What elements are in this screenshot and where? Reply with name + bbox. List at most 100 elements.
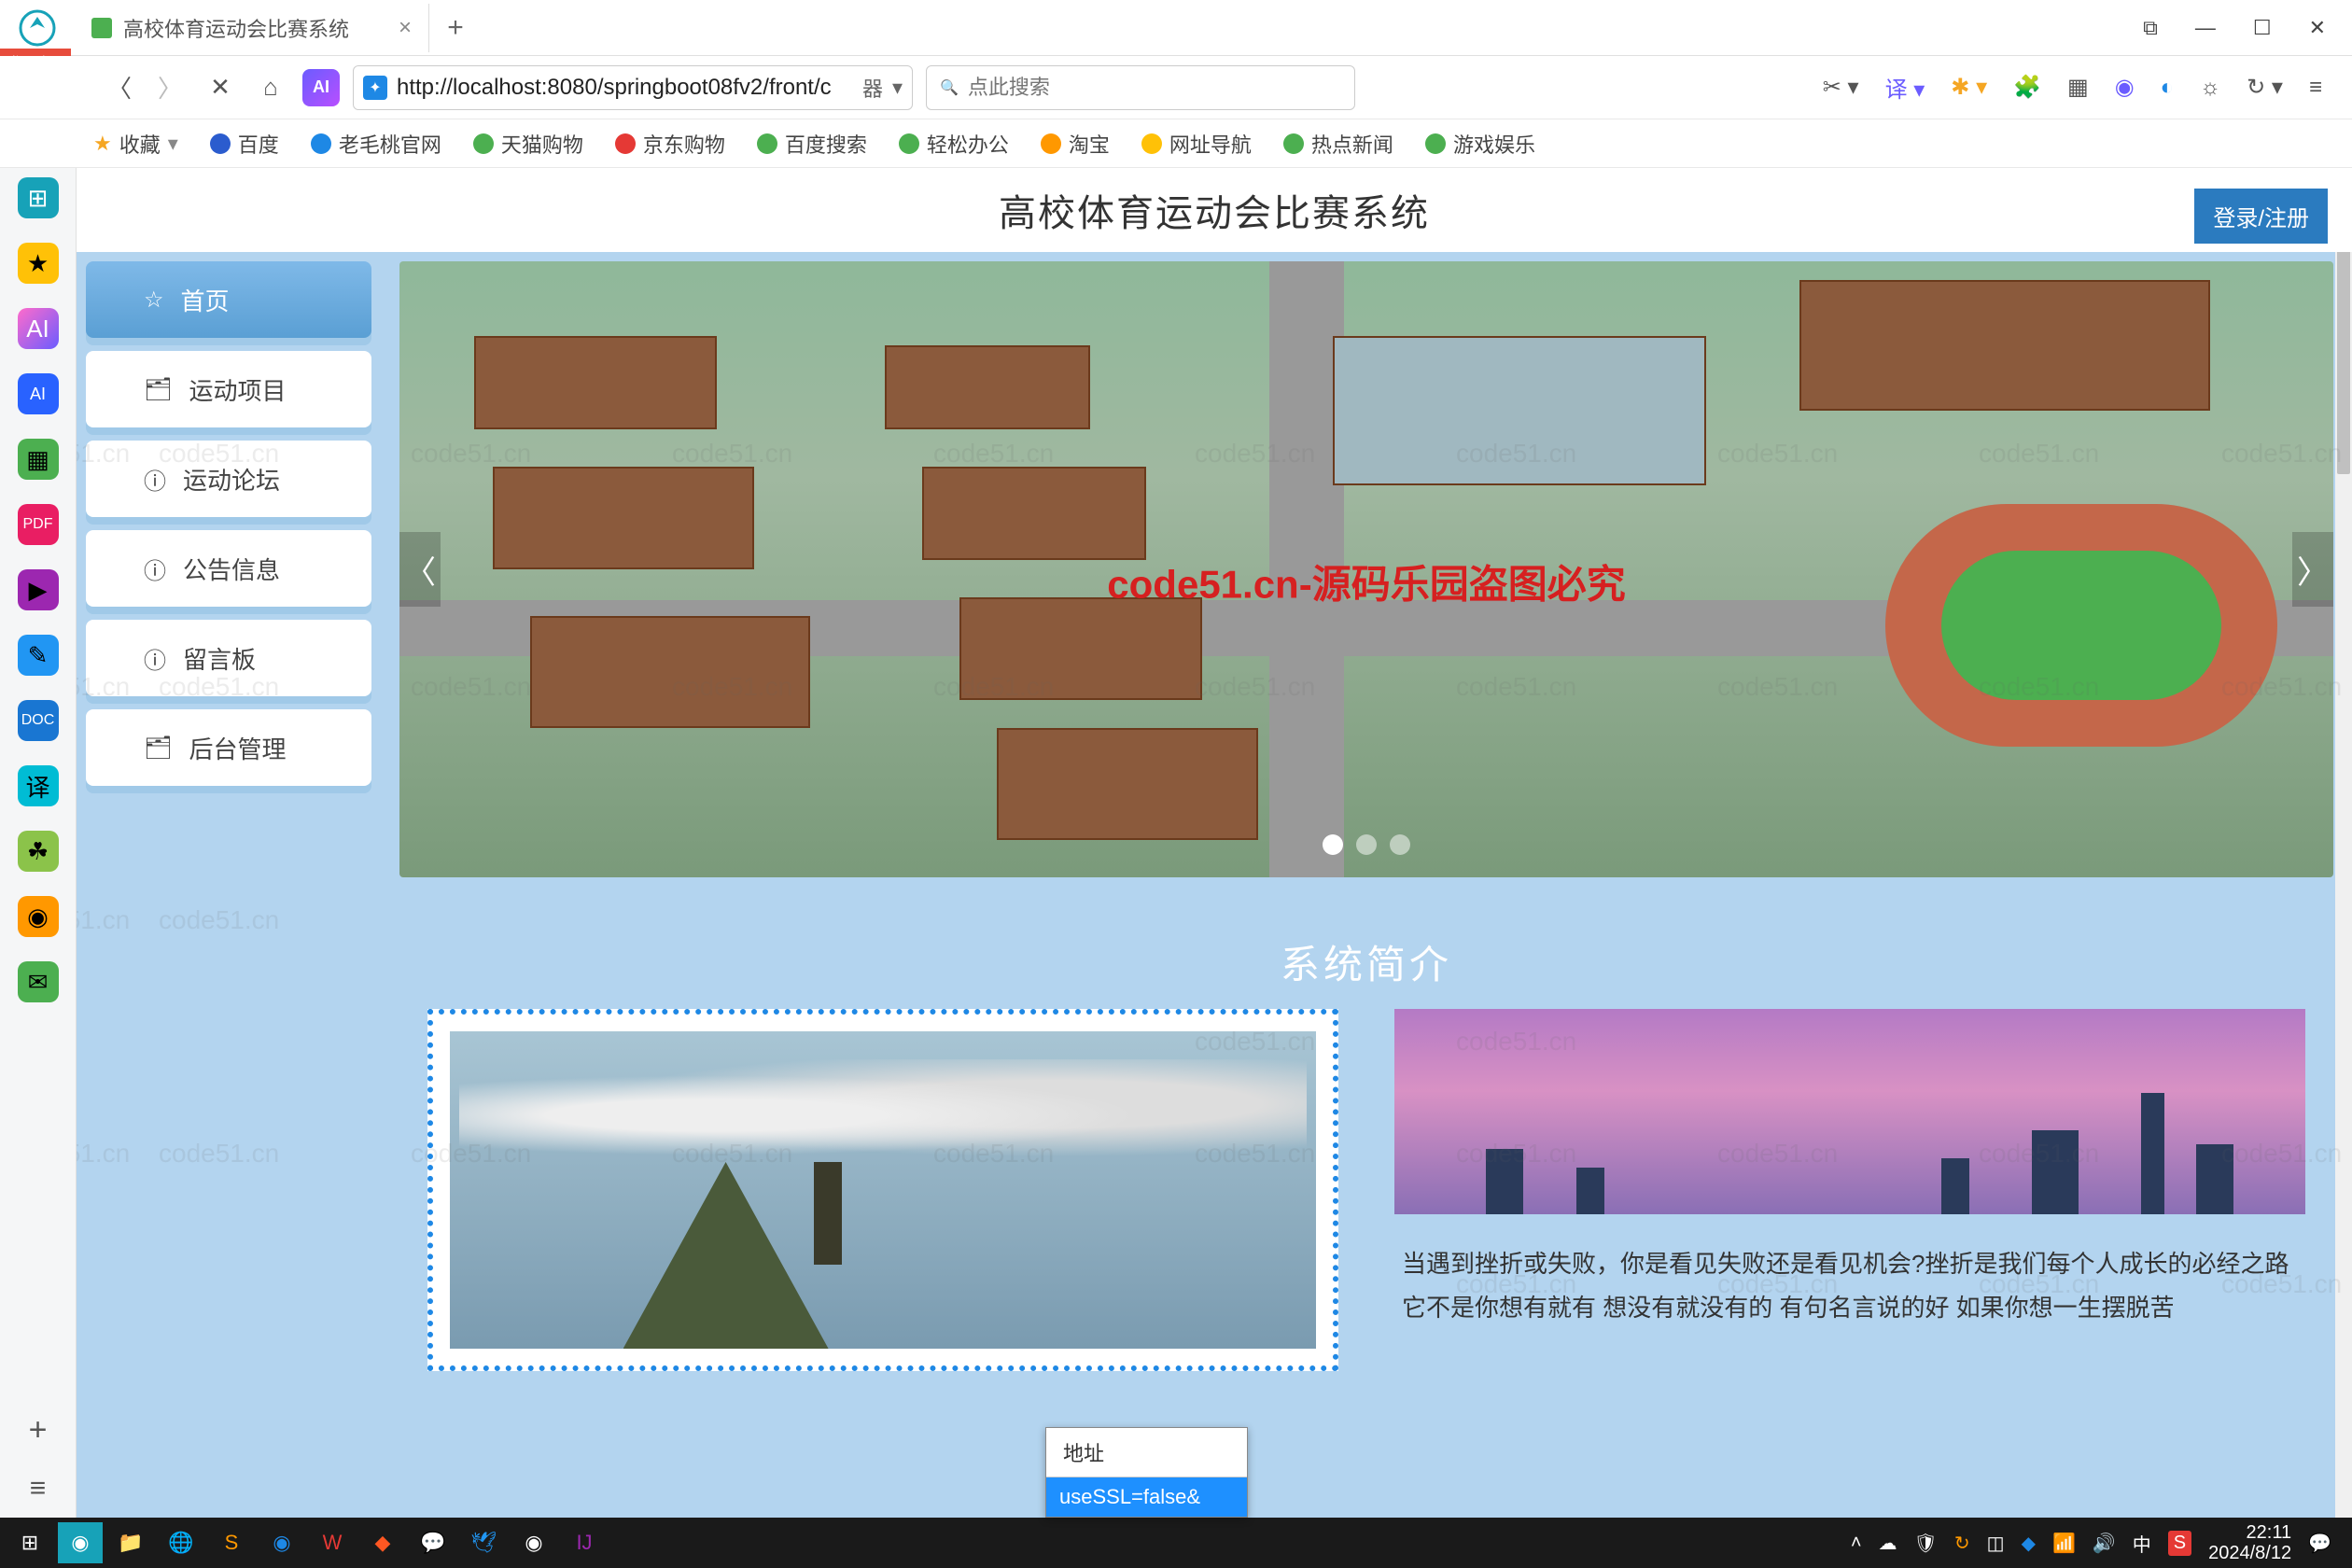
tb-tray-up-icon[interactable]: ˄ bbox=[1851, 1533, 1862, 1554]
address-value[interactable]: useSSL=false& bbox=[1046, 1477, 1247, 1517]
carousel-next-button[interactable]: 〉 bbox=[2292, 532, 2333, 607]
tb-tray2-icon[interactable]: ◆ bbox=[2022, 1532, 2036, 1555]
start-button[interactable]: ⊞ bbox=[7, 1522, 52, 1563]
sidebar-app-3-icon[interactable]: AI bbox=[18, 308, 59, 349]
theme-icon[interactable]: ☼ bbox=[2200, 75, 2220, 101]
bookmark-baidusearch[interactable]: 百度搜索 bbox=[757, 129, 867, 159]
sidebar-app-12-icon[interactable]: ◉ bbox=[18, 896, 59, 937]
home-button[interactable]: ⌂ bbox=[252, 69, 289, 106]
tb-security-icon[interactable]: 🛡 bbox=[1914, 1532, 1938, 1555]
maximize-icon[interactable]: ☐ bbox=[2253, 16, 2272, 40]
tb-files-icon[interactable]: 📁 bbox=[108, 1522, 153, 1563]
tb-app2-icon[interactable]: 🕊 bbox=[461, 1522, 506, 1563]
tb-notifications-icon[interactable]: 💬 bbox=[2308, 1532, 2331, 1555]
tb-app1-icon[interactable]: ◆ bbox=[360, 1522, 405, 1563]
screenshot-icon[interactable]: ⧉ bbox=[2143, 16, 2158, 40]
translate-icon[interactable]: 译 ▾ bbox=[1885, 71, 1925, 104]
browser-sidebar: ⊞ ★ AI AI ▦ PDF ▶ ✎ DOC 译 ☘ ◉ ✉ + ≡ bbox=[0, 168, 77, 1518]
tb-tray1-icon[interactable]: ◫ bbox=[1987, 1532, 2005, 1555]
sidebar-app-1-icon[interactable]: ⊞ bbox=[18, 177, 59, 218]
extensions-icon[interactable]: ✱ ▾ bbox=[1951, 74, 1987, 101]
tb-chrome-icon[interactable]: 🌐 bbox=[159, 1522, 203, 1563]
taskbar: ⊞ ◉ 📁 🌐 S ◉ W ◆ 💬 🕊 ◉ IJ ˄ ☁ 🛡 ↻ ◫ ◆ 📶 🔊… bbox=[0, 1518, 2352, 1568]
address-panel[interactable]: 地址 useSSL=false& bbox=[1045, 1427, 1248, 1518]
bookmark-baidu[interactable]: 百度 bbox=[210, 129, 279, 159]
search-input[interactable] bbox=[968, 76, 1341, 100]
nav-message[interactable]: ⓘ留言板 bbox=[86, 620, 371, 696]
url-dropdown-icon[interactable]: ▾ bbox=[892, 76, 903, 100]
bookmark-office[interactable]: 轻松办公 bbox=[899, 129, 1009, 159]
sidebar-app-13-icon[interactable]: ✉ bbox=[18, 961, 59, 1002]
bookmark-news[interactable]: 热点新闻 bbox=[1283, 129, 1393, 159]
page-main: code51.cn-源码乐园盗图必究 〈 〉 系统简介 bbox=[399, 261, 2333, 1518]
nav-admin[interactable]: 🗂后台管理 bbox=[86, 709, 371, 786]
nav-home[interactable]: ☆首页 bbox=[86, 261, 371, 338]
sidebar-app-6-icon[interactable]: PDF bbox=[18, 504, 59, 545]
sidebar-app-8-icon[interactable]: ✎ bbox=[18, 635, 59, 676]
sidebar-app-5-icon[interactable]: ▦ bbox=[18, 439, 59, 480]
url-translate-icon[interactable]: 器 bbox=[862, 73, 883, 103]
bookmark-tmall[interactable]: 天猫购物 bbox=[473, 129, 583, 159]
tb-wechat-icon[interactable]: 💬 bbox=[411, 1522, 455, 1563]
sidebar-menu-icon[interactable]: ≡ bbox=[30, 1473, 47, 1505]
tb-volume-icon[interactable]: 🔊 bbox=[2093, 1532, 2116, 1555]
carousel-dot-3[interactable] bbox=[1390, 834, 1410, 855]
carousel-dot-2[interactable] bbox=[1356, 834, 1377, 855]
bookmark-games[interactable]: 游戏娱乐 bbox=[1425, 129, 1535, 159]
login-register-button[interactable]: 登录/注册 bbox=[2194, 189, 2328, 244]
sidebar-app-9-icon[interactable]: DOC bbox=[18, 700, 59, 741]
search-wrap[interactable]: 🔍 bbox=[926, 65, 1355, 110]
bookmark-laomaotao[interactable]: 老毛桃官网 bbox=[311, 129, 441, 159]
bookmark-favorites[interactable]: ★收藏▾ bbox=[93, 129, 178, 159]
carousel-dot-1[interactable] bbox=[1323, 834, 1343, 855]
tb-browser-icon[interactable]: ◉ bbox=[58, 1522, 103, 1563]
ai-button[interactable]: AI bbox=[302, 69, 340, 106]
new-tab-button[interactable]: + bbox=[437, 12, 474, 44]
sidebar-app-10-icon[interactable]: 译 bbox=[18, 765, 59, 806]
tb-onedrive-icon[interactable]: ☁ bbox=[1879, 1532, 1897, 1555]
sidebar-app-11-icon[interactable]: ☘ bbox=[18, 831, 59, 872]
forward-button[interactable]: 〉 bbox=[151, 69, 189, 106]
tb-wps-icon[interactable]: W bbox=[310, 1522, 355, 1563]
back-button[interactable]: 〈 bbox=[101, 69, 138, 106]
tb-wifi-icon[interactable]: 📶 bbox=[2052, 1532, 2076, 1555]
nav-forum[interactable]: ⓘ运动论坛 bbox=[86, 441, 371, 517]
refresh-icon[interactable]: ↻ ▾ bbox=[2247, 74, 2283, 101]
bookmark-taobao[interactable]: 淘宝 bbox=[1041, 129, 1110, 159]
menu-icon[interactable]: ≡ bbox=[2309, 75, 2322, 101]
apps-icon[interactable]: ▦ bbox=[2067, 74, 2089, 101]
site-info-icon[interactable]: ✦ bbox=[363, 76, 387, 100]
tb-edge-icon[interactable]: ◉ bbox=[259, 1522, 304, 1563]
tb-app3-icon[interactable]: ◉ bbox=[511, 1522, 556, 1563]
carousel: code51.cn-源码乐园盗图必究 〈 〉 bbox=[399, 261, 2333, 877]
circle-icon[interactable]: ◉ bbox=[2115, 74, 2135, 101]
browser-tab[interactable]: 高校体育运动会比赛系统 × bbox=[75, 4, 429, 52]
bookmark-jd[interactable]: 京东购物 bbox=[615, 129, 725, 159]
carousel-prev-button[interactable]: 〈 bbox=[399, 532, 441, 607]
nav-notice[interactable]: ⓘ公告信息 bbox=[86, 530, 371, 607]
cut-icon[interactable]: ✂ ▾ bbox=[1823, 74, 1859, 101]
profile-icon[interactable]: ◐ bbox=[2161, 75, 2175, 101]
nav-sports[interactable]: 🗂运动项目 bbox=[86, 351, 371, 427]
sidebar-app-4-icon[interactable]: AI bbox=[18, 373, 59, 414]
puzzle-icon[interactable]: 🧩 bbox=[2013, 74, 2041, 101]
stop-button[interactable]: ✕ bbox=[202, 69, 239, 106]
notice-nav-icon: ⓘ bbox=[144, 553, 166, 585]
tab-close-icon[interactable]: × bbox=[399, 15, 412, 41]
sidebar-app-2-icon[interactable]: ★ bbox=[18, 243, 59, 284]
page-scrollbar[interactable] bbox=[2335, 168, 2352, 1518]
tb-clock[interactable]: 22:11 2024/8/12 bbox=[2208, 1522, 2291, 1563]
tb-sublime-icon[interactable]: S bbox=[209, 1522, 254, 1563]
bookmark-nav[interactable]: 网址导航 bbox=[1141, 129, 1252, 159]
sidebar-add-icon[interactable]: + bbox=[29, 1412, 48, 1449]
minimize-icon[interactable]: — bbox=[2195, 16, 2216, 40]
tb-idea-icon[interactable]: IJ bbox=[562, 1522, 607, 1563]
tb-update-icon[interactable]: ↻ bbox=[1954, 1532, 1970, 1555]
url-input[interactable] bbox=[397, 75, 853, 101]
sidebar-app-7-icon[interactable]: ▶ bbox=[18, 569, 59, 610]
tb-ime-icon[interactable]: 中 bbox=[2133, 1530, 2151, 1557]
url-input-wrap[interactable]: ✦ 器 ▾ bbox=[353, 65, 913, 110]
tb-sogou-icon[interactable]: S bbox=[2168, 1531, 2191, 1556]
browser-logo-icon[interactable] bbox=[0, 0, 75, 56]
close-window-icon[interactable]: ✕ bbox=[2309, 16, 2326, 40]
